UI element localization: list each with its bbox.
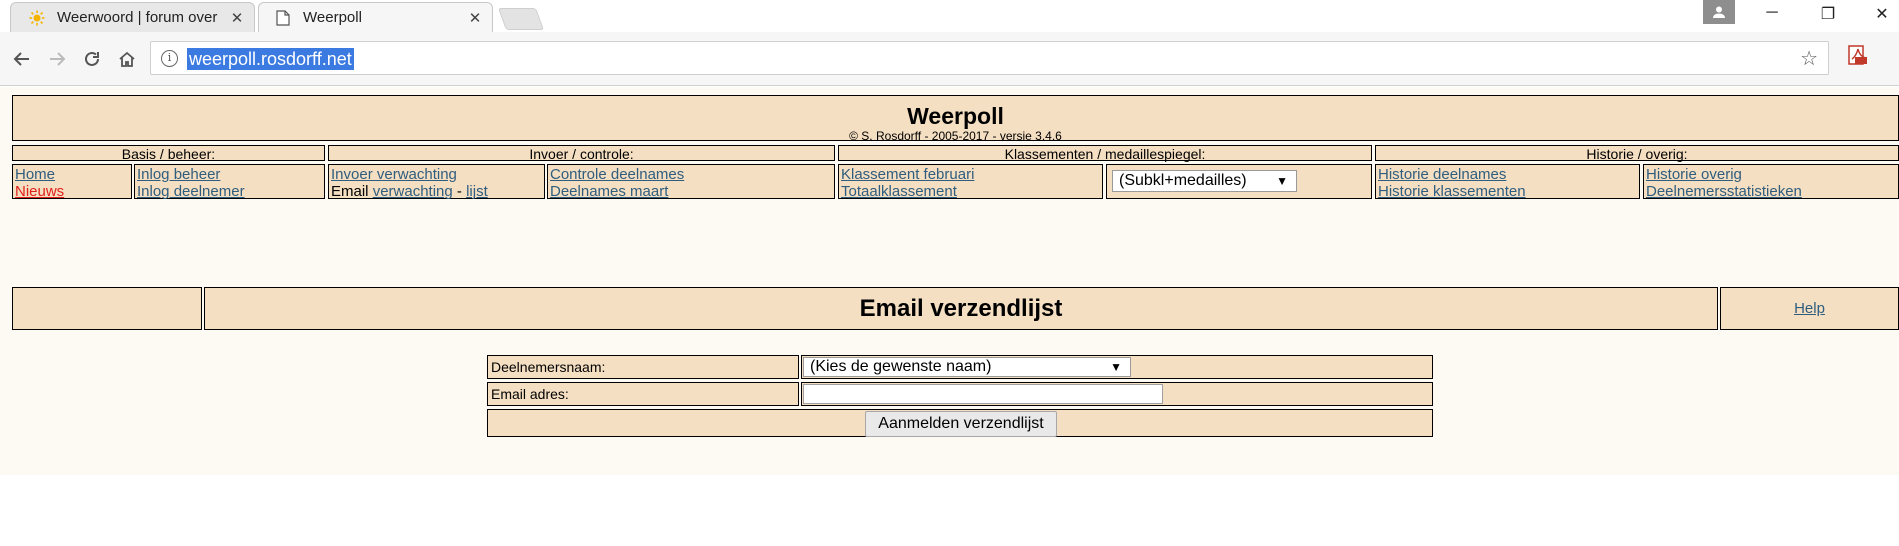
menu-icon[interactable]: ⋮ bbox=[1892, 42, 1899, 60]
section-klassementen: Klassementen / medaillespiegel: bbox=[838, 145, 1372, 162]
nav-cell-controle: Controle deelnames Deelnames maart bbox=[547, 164, 835, 200]
email-separator: - bbox=[456, 183, 462, 200]
minimize-icon[interactable]: ─ bbox=[1752, 4, 1792, 22]
site-header: Weerpoll © S. Rosdorff - 2005-2017 - ver… bbox=[12, 95, 1899, 143]
historie-klassementen-link[interactable]: Historie klassementen bbox=[1378, 183, 1526, 200]
page-body: Weerpoll © S. Rosdorff - 2005-2017 - ver… bbox=[0, 87, 1899, 475]
page-title: Email verzendlijst bbox=[859, 295, 1063, 322]
dropdown-arrow-icon: ▼ bbox=[1276, 174, 1288, 188]
subklasse-select-value: (Subkl+medailles) bbox=[1119, 172, 1247, 189]
inlog-beheer-link[interactable]: Inlog beheer bbox=[137, 166, 220, 183]
section-historie: Historie / overig: bbox=[1375, 145, 1899, 162]
name-label: Deelnemersnaam: bbox=[487, 355, 799, 379]
url-text[interactable]: weerpoll.rosdorff.net bbox=[187, 48, 354, 70]
nav-cell-subklasse: (Subkl+medailles) ▼ bbox=[1106, 164, 1372, 199]
browser-tab-bar: Weerwoord | forum over ✕ Weerpoll ✕ ─ ❐ … bbox=[0, 0, 1899, 32]
klassement-februari-link[interactable]: Klassement februari bbox=[841, 166, 974, 183]
home-link[interactable]: Home bbox=[15, 166, 55, 183]
email-input[interactable] bbox=[803, 384, 1163, 404]
nav-cell-inlog: Inlog beheer Inlog deelnemer bbox=[134, 164, 325, 200]
email-label: Email adres: bbox=[487, 382, 799, 406]
new-tab-button[interactable] bbox=[497, 8, 545, 30]
restore-icon[interactable]: ❐ bbox=[1808, 4, 1848, 24]
tab-title: Weerwoord | forum over bbox=[57, 9, 218, 26]
bookmark-star-icon[interactable]: ☆ bbox=[1800, 46, 1818, 71]
submit-cell: Aanmelden verzendlijst bbox=[487, 409, 1433, 437]
reload-icon[interactable] bbox=[78, 45, 106, 73]
page-icon bbox=[275, 9, 291, 26]
historie-deelnames-link[interactable]: Historie deelnames bbox=[1378, 166, 1506, 183]
forward-icon[interactable] bbox=[43, 45, 71, 73]
email-lijst-link[interactable]: lijst bbox=[466, 183, 488, 200]
email-verwachting-link[interactable]: verwachting bbox=[373, 183, 453, 200]
close-window-icon[interactable]: ✕ bbox=[1862, 4, 1899, 24]
section-invoer: Invoer / controle: bbox=[328, 145, 835, 162]
deelnemersstatistieken-link[interactable]: Deelnemersstatistieken bbox=[1646, 183, 1802, 200]
home-icon[interactable] bbox=[113, 45, 141, 73]
name-select[interactable]: (Kies de gewenste naam) ▼ bbox=[803, 357, 1131, 377]
nav-cell-overig: Historie overig Deelnemersstatistieken bbox=[1643, 164, 1899, 200]
profile-icon[interactable] bbox=[1703, 0, 1735, 24]
invoer-verwachting-link[interactable]: Invoer verwachting bbox=[331, 166, 457, 183]
help-link[interactable]: Help bbox=[1794, 300, 1825, 317]
browser-tab-weerpoll[interactable]: Weerpoll ✕ bbox=[258, 2, 493, 32]
historie-overig-link[interactable]: Historie overig bbox=[1646, 166, 1742, 183]
nav-cell-klassement: Klassement februari Totaalklassement bbox=[838, 164, 1103, 200]
address-bar[interactable]: i weerpoll.rosdorff.net ☆ bbox=[150, 41, 1829, 75]
name-select-cell: (Kies de gewenste naam) ▼ bbox=[801, 355, 1433, 379]
name-select-value: (Kies de gewenste naam) bbox=[810, 358, 992, 375]
close-tab-icon[interactable]: ✕ bbox=[226, 9, 248, 27]
inlog-deelnemer-link[interactable]: Inlog deelnemer bbox=[137, 183, 245, 200]
nav-cell-home: Home Nieuws bbox=[12, 164, 132, 200]
back-icon[interactable] bbox=[8, 45, 36, 73]
close-tab-icon[interactable]: ✕ bbox=[464, 9, 486, 27]
totaalklassement-link[interactable]: Totaalklassement bbox=[841, 183, 957, 200]
nieuws-link[interactable]: Nieuws bbox=[15, 183, 64, 200]
pdf-extension-icon[interactable] bbox=[1847, 45, 1869, 65]
tab-title: Weerpoll bbox=[303, 9, 362, 26]
dropdown-arrow-icon: ▼ bbox=[1110, 360, 1122, 374]
subklasse-select[interactable]: (Subkl+medailles) ▼ bbox=[1112, 170, 1297, 192]
browser-toolbar: i weerpoll.rosdorff.net ☆ bbox=[0, 32, 1899, 86]
section-basis: Basis / beheer: bbox=[12, 145, 325, 162]
browser-tab-weerwoord[interactable]: Weerwoord | forum over ✕ bbox=[10, 2, 255, 32]
copyright: © S. Rosdorff - 2005-2017 - versie 3.4.6 bbox=[849, 129, 1062, 143]
title-row-right: Help bbox=[1720, 287, 1899, 330]
sun-icon bbox=[29, 10, 45, 26]
controle-deelnames-link[interactable]: Controle deelnames bbox=[550, 166, 684, 183]
email-prefix: Email bbox=[331, 183, 369, 200]
email-input-cell bbox=[801, 382, 1433, 406]
nav-cell-historie: Historie deelnames Historie klassementen bbox=[1375, 164, 1640, 200]
title-row-main: Email verzendlijst bbox=[204, 287, 1718, 330]
deelnames-maart-link[interactable]: Deelnames maart bbox=[550, 183, 668, 200]
info-icon[interactable]: i bbox=[161, 50, 178, 67]
nav-cell-invoer: Invoer verwachting Email verwachting - l… bbox=[328, 164, 545, 200]
site-title: Weerpoll bbox=[907, 103, 1004, 129]
submit-button[interactable]: Aanmelden verzendlijst bbox=[865, 411, 1057, 437]
title-row-left bbox=[12, 287, 202, 330]
